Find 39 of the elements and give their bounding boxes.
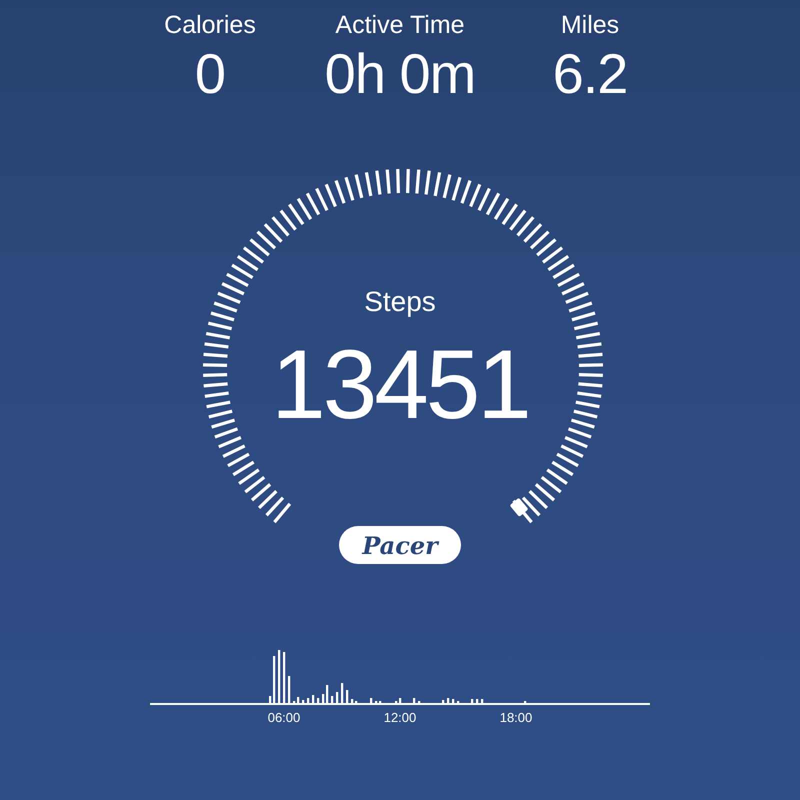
stat-label: Active Time <box>335 10 465 41</box>
steps-label: Steps <box>364 285 436 319</box>
activity-bar <box>346 690 348 703</box>
activity-bar <box>322 694 324 703</box>
activity-bar <box>336 692 338 703</box>
axis-label: 06:00 <box>268 710 300 726</box>
stat-value: 0h 0m <box>324 41 476 107</box>
activity-bar <box>297 697 300 703</box>
activity-bar <box>481 699 484 703</box>
activity-bar <box>341 683 344 703</box>
stat-value: 6.2 <box>552 41 628 107</box>
activity-bar <box>326 685 328 703</box>
activity-bar <box>307 698 310 703</box>
activity-bar <box>312 695 314 703</box>
activity-bar <box>317 698 320 703</box>
stat-label: Miles <box>560 10 620 41</box>
activity-bar <box>370 698 372 703</box>
activity-bar <box>452 699 454 703</box>
activity-bar <box>413 698 416 703</box>
app-logo: Pacer <box>339 526 461 564</box>
activity-bar <box>471 699 474 703</box>
activity-bar <box>447 698 450 703</box>
activity-bar <box>269 696 272 703</box>
activity-bar <box>399 698 402 703</box>
stat-label: Calories <box>164 10 256 41</box>
activity-bar <box>302 700 304 703</box>
steps-count: 13451 <box>271 329 529 439</box>
activity-bar <box>351 699 354 703</box>
activity-bar <box>331 696 334 703</box>
stat-value: 0 <box>194 41 226 107</box>
axis-label: 12:00 <box>384 710 416 726</box>
activity-bar <box>442 700 444 703</box>
activity-bar <box>283 652 286 703</box>
activity-bar <box>288 676 290 703</box>
activity-bar <box>273 656 276 703</box>
activity-bar <box>476 699 478 703</box>
activity-bar <box>278 650 280 703</box>
progress-marker <box>510 498 528 517</box>
axis-label: 18:00 <box>500 710 532 726</box>
